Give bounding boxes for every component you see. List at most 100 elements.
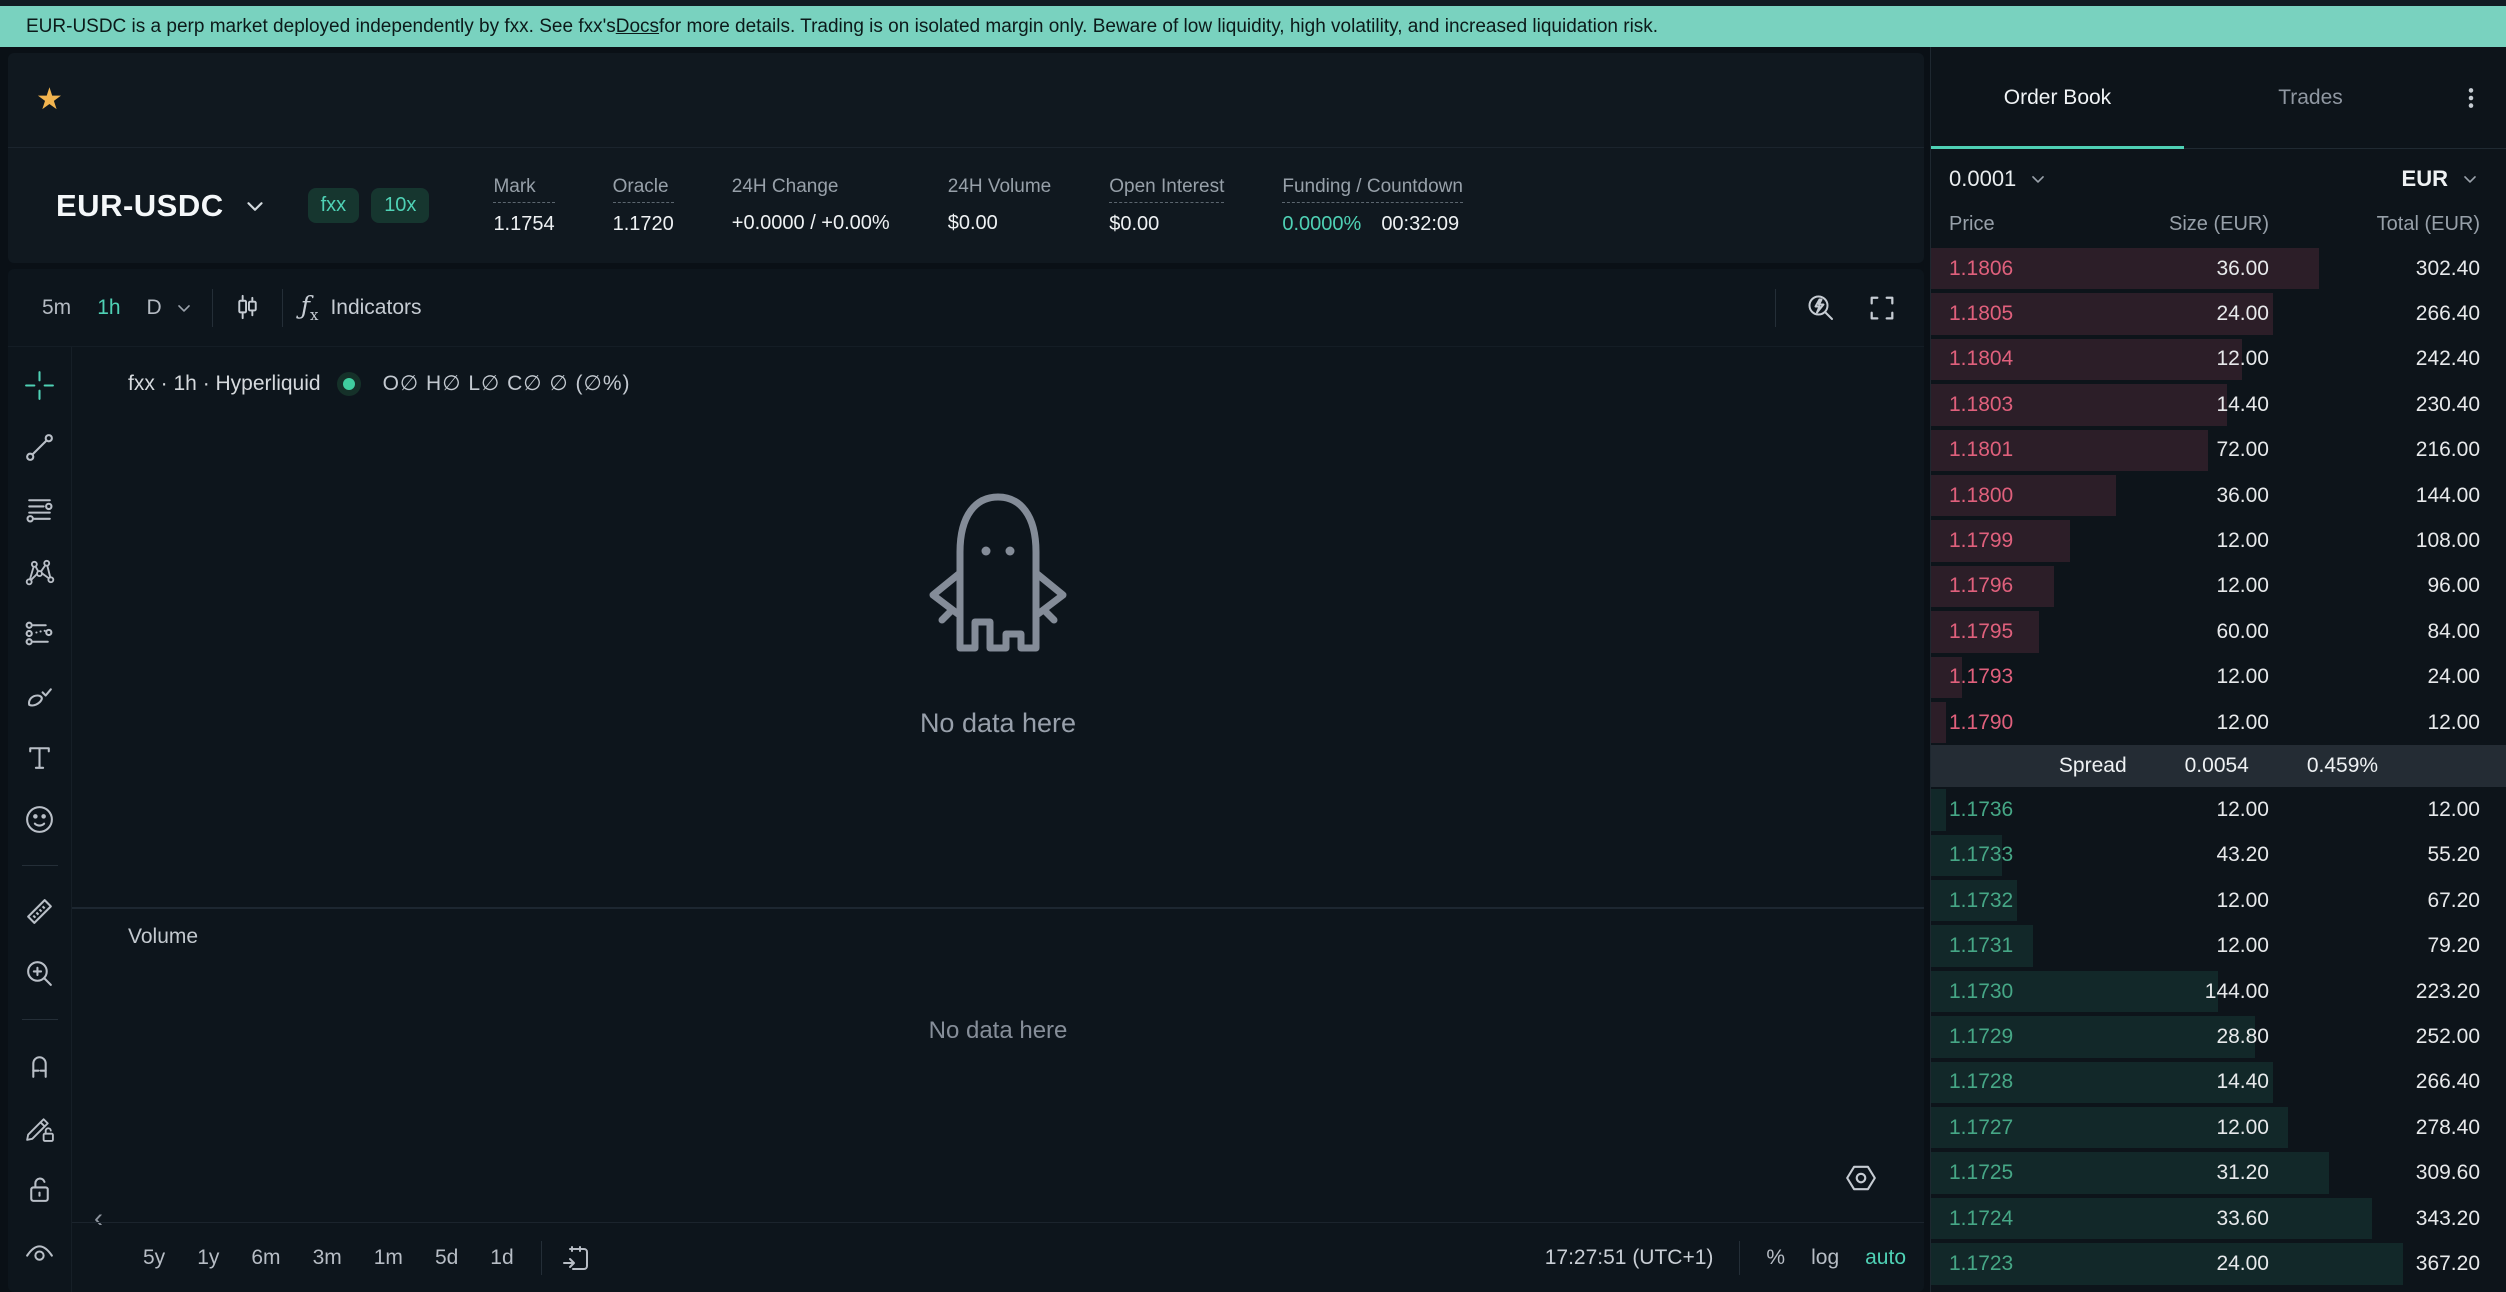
orderbook-ask-row[interactable]: 1.180314.40230.40: [1931, 382, 2506, 427]
stat-24h-change: 24H Change +0.0000 / +0.00%: [732, 176, 890, 235]
go-to-date-icon[interactable]: [560, 1241, 593, 1274]
range-1y[interactable]: 1y: [188, 1241, 228, 1275]
tab-trades[interactable]: Trades: [2184, 47, 2437, 148]
total-cell: 230.40: [2269, 393, 2480, 417]
market-status-icon[interactable]: [337, 372, 361, 396]
kebab-menu-icon[interactable]: [2458, 85, 2484, 111]
stat-label: 24H Volume: [948, 176, 1052, 202]
orderbook-bid-row[interactable]: 1.172712.00278.40: [1931, 1105, 2506, 1150]
quick-search-icon[interactable]: [1804, 291, 1837, 324]
total-cell: 108.00: [2269, 529, 2480, 553]
orderbook-bid-row[interactable]: 1.172324.00367.20: [1931, 1241, 2506, 1286]
orderbook-ask-row[interactable]: 1.180036.00144.00: [1931, 473, 2506, 518]
unlock-icon[interactable]: [23, 1173, 56, 1206]
candles-style-icon[interactable]: [231, 291, 264, 324]
timeframe-5m[interactable]: 5m: [32, 290, 81, 326]
price-cell: 1.1730: [1949, 980, 2119, 1004]
size-cell: 24.00: [2119, 1252, 2269, 1276]
fib-retracement-icon[interactable]: [23, 493, 56, 526]
toolbar-divider: [541, 1241, 542, 1275]
range-6m[interactable]: 6m: [242, 1241, 289, 1275]
magnet-icon[interactable]: [23, 1049, 56, 1082]
orderbook-bid-row[interactable]: 1.172928.80252.00: [1931, 1014, 2506, 1059]
spread-row: Spread 0.0054 0.459%: [1931, 745, 2506, 787]
percent-scale-button[interactable]: %: [1766, 1246, 1785, 1270]
xabcd-pattern-icon[interactable]: [23, 555, 56, 588]
orderbook-ask-row[interactable]: 1.179612.0096.00: [1931, 564, 2506, 609]
timeframe-1h[interactable]: 1h: [87, 290, 130, 326]
range-1m[interactable]: 1m: [365, 1241, 412, 1275]
auto-scale-button[interactable]: auto: [1865, 1246, 1906, 1270]
orderbook-ask-row[interactable]: 1.179560.0084.00: [1931, 609, 2506, 654]
unit-select[interactable]: EUR: [2402, 166, 2480, 192]
orderbook-ask-row[interactable]: 1.180412.00242.40: [1931, 337, 2506, 382]
orderbook-bid-row[interactable]: 1.173212.0067.20: [1931, 878, 2506, 923]
orderbook-bid-row[interactable]: 1.173112.0079.20: [1931, 923, 2506, 968]
interval-chevron-down-icon[interactable]: [174, 298, 194, 318]
range-5y[interactable]: 5y: [134, 1241, 174, 1275]
pair-title[interactable]: EUR-USDC: [56, 188, 224, 224]
orderbook-bid-row[interactable]: 1.172814.40266.40: [1931, 1060, 2506, 1105]
size-cell: 14.40: [2119, 393, 2269, 417]
stat-label: Open Interest: [1109, 176, 1224, 203]
docs-link[interactable]: Docs: [616, 16, 659, 38]
orderbook-bid-row[interactable]: 1.173343.2055.20: [1931, 833, 2506, 878]
range-3m[interactable]: 3m: [304, 1241, 351, 1275]
trend-line-icon[interactable]: [23, 431, 56, 464]
total-cell: 55.20: [2269, 843, 2480, 867]
orderbook-ask-row[interactable]: 1.180524.00266.40: [1931, 291, 2506, 336]
stat-value: +0.0000 / +0.00%: [732, 212, 890, 235]
size-cell: 33.60: [2119, 1207, 2269, 1231]
orderbook-bid-row[interactable]: 1.173612.0012.00: [1931, 787, 2506, 832]
total-cell: 302.40: [2269, 257, 2480, 281]
price-cell: 1.1800: [1949, 484, 2119, 508]
orderbook-bid-row[interactable]: 1.172531.20309.60: [1931, 1150, 2506, 1195]
volume-pane[interactable]: Volume No data here: [72, 909, 1924, 1221]
drawing-lock-icon[interactable]: [23, 1111, 56, 1144]
toolbar-divider: [1739, 1241, 1740, 1275]
eye-icon[interactable]: [23, 1235, 56, 1268]
clock[interactable]: 17:27:51 (UTC+1): [1545, 1246, 1714, 1270]
size-cell: 24.00: [2119, 302, 2269, 326]
orderbook-bid-row[interactable]: 1.1730144.00223.20: [1931, 969, 2506, 1014]
favorite-star-icon[interactable]: ★: [36, 85, 63, 115]
fullscreen-icon[interactable]: [1865, 291, 1898, 324]
orderbook-ask-row[interactable]: 1.180636.00302.40: [1931, 246, 2506, 291]
size-cell: 14.40: [2119, 1070, 2269, 1094]
size-cell: 28.80: [2119, 1025, 2269, 1049]
projection-icon[interactable]: [23, 617, 56, 650]
pair-chevron-down-icon[interactable]: [242, 193, 268, 219]
orderbook-ask-row[interactable]: 1.179312.0024.00: [1931, 655, 2506, 700]
market-stats: Mark 1.1754 Oracle 1.1720 24H Change +0.…: [493, 176, 1463, 236]
orderbook-ask-row[interactable]: 1.179012.0012.00: [1931, 700, 2506, 745]
chart-settings-icon[interactable]: [1844, 1161, 1878, 1195]
size-cell: 12.00: [2119, 529, 2269, 553]
log-scale-button[interactable]: log: [1811, 1246, 1839, 1270]
col-total: Total (EUR): [2269, 213, 2480, 236]
range-5d[interactable]: 5d: [426, 1241, 467, 1275]
pair-stats-row: EUR-USDC fxx 10x Mark 1.1754 Oracle 1.17…: [8, 148, 1924, 263]
market-header-card: ★ EUR-USDC fxx 10x Mark 1.1754 Or: [8, 53, 1924, 263]
price-cell: 1.1724: [1949, 1207, 2119, 1231]
zoom-in-icon[interactable]: [23, 957, 56, 990]
text-icon[interactable]: [23, 741, 56, 774]
tick-size-select[interactable]: 0.0001: [1949, 166, 2048, 192]
chart-legend: fxx · 1h · Hyperliquid O∅ H∅ L∅ C∅ ∅ (∅%…: [128, 371, 631, 396]
size-cell: 31.20: [2119, 1161, 2269, 1185]
range-1d[interactable]: 1d: [481, 1241, 522, 1275]
orderbook-ask-row[interactable]: 1.179912.00108.00: [1931, 518, 2506, 563]
indicators-button[interactable]: ƒx Indicators: [301, 291, 422, 324]
crosshair-icon[interactable]: [23, 369, 56, 402]
tab-order-book[interactable]: Order Book: [1931, 47, 2184, 148]
timeframe-D[interactable]: D: [137, 290, 172, 326]
stat-funding-countdown: Funding / Countdown 0.0000% 00:32:09: [1282, 176, 1463, 236]
price-pane[interactable]: fxx · 1h · Hyperliquid O∅ H∅ L∅ C∅ ∅ (∅%…: [72, 347, 1924, 907]
bottom-toolbar-right: 17:27:51 (UTC+1) % log auto: [1545, 1241, 1906, 1275]
ruler-icon[interactable]: [23, 895, 56, 928]
orderbook-ask-row[interactable]: 1.180172.00216.00: [1931, 428, 2506, 473]
orderbook-bid-row[interactable]: 1.172433.60343.20: [1931, 1196, 2506, 1241]
funding-countdown: 00:32:09: [1381, 213, 1459, 236]
brush-icon[interactable]: [23, 679, 56, 712]
stat-oracle: Oracle 1.1720: [613, 176, 674, 236]
emoji-icon[interactable]: [23, 803, 56, 836]
